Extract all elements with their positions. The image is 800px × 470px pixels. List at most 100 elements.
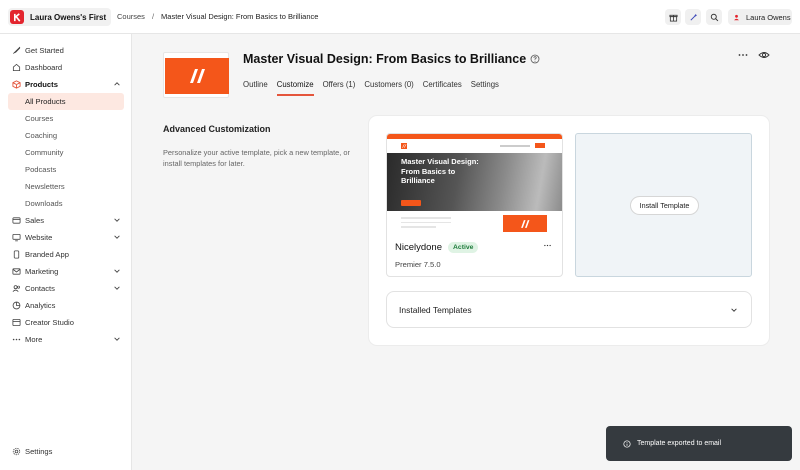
tab-certificates[interactable]: Certificates <box>423 80 462 96</box>
preview-orange-block <box>503 215 547 232</box>
card-icon <box>12 216 21 225</box>
breadcrumb-separator: / <box>151 12 155 21</box>
sidebar-item-label: Newsletters <box>25 182 65 191</box>
breadcrumb: Courses / Master Visual Design: From Bas… <box>117 12 318 21</box>
more-horizontal-icon <box>543 244 551 246</box>
template-more-button[interactable] <box>541 241 553 249</box>
sidebar-item-label: Creator Studio <box>25 318 74 327</box>
phone-icon <box>12 250 21 259</box>
sidebar-item-label: Branded App <box>25 250 69 259</box>
sidebar-item-label: Downloads <box>25 199 63 208</box>
active-template-card[interactable]: Master Visual Design: From Basics to Bri… <box>386 133 563 277</box>
template-preview-image: Master Visual Design: From Basics to Bri… <box>387 134 562 232</box>
tab-offers[interactable]: Offers (1) <box>323 80 356 96</box>
course-more-button[interactable] <box>737 50 749 60</box>
search-button[interactable] <box>706 9 722 25</box>
section-heading: Advanced Customization <box>163 124 271 134</box>
sidebar-item-dashboard[interactable]: Dashboard <box>8 59 124 76</box>
course-thumbnail[interactable] <box>163 52 229 98</box>
sidebar-item-label: Sales <box>25 216 44 225</box>
sidebar-item-contacts[interactable]: Contacts <box>8 280 124 297</box>
rocket-icon <box>12 46 21 55</box>
preview-hero-button <box>401 200 421 206</box>
sidebar-item-downloads[interactable]: Downloads <box>8 195 124 212</box>
wand-icon <box>689 13 697 21</box>
sidebar-item-branded-app[interactable]: Branded App <box>8 246 124 263</box>
sidebar-item-label: Contacts <box>25 284 55 293</box>
chevron-down-icon <box>114 218 120 222</box>
install-template-button[interactable]: Install Template <box>630 196 699 215</box>
sidebar-item-coaching[interactable]: Coaching <box>8 127 124 144</box>
sidebar-item-courses[interactable]: Courses <box>8 110 124 127</box>
template-version: Premier 7.5.0 <box>395 260 441 269</box>
preview-eye-icon[interactable] <box>758 50 770 60</box>
template-name: Nicelydone <box>395 242 442 253</box>
page-title: Master Visual Design: From Basics to Bri… <box>243 52 540 66</box>
sidebar-item-sales[interactable]: Sales <box>8 212 124 229</box>
more-horizontal-icon <box>738 54 748 56</box>
search-icon <box>710 13 718 21</box>
preview-nav <box>387 139 562 153</box>
sidebar-item-label: Analytics <box>25 301 56 310</box>
installed-templates-label: Installed Templates <box>399 305 472 315</box>
school-switcher[interactable]: Laura Owens's First <box>8 8 112 26</box>
installed-templates-accordion[interactable]: Installed Templates <box>386 291 752 328</box>
sidebar-item-label: All Products <box>25 97 66 106</box>
tab-outline[interactable]: Outline <box>243 80 268 96</box>
course-logo-icon <box>165 58 229 94</box>
sidebar-item-analytics[interactable]: Analytics <box>8 297 124 314</box>
dots-icon <box>12 335 21 344</box>
course-title-text: Master Visual Design: From Basics to Bri… <box>243 52 527 66</box>
breadcrumb-current: Master Visual Design: From Basics to Bri… <box>161 12 319 21</box>
sidebar-item-newsletters[interactable]: Newsletters <box>8 178 124 195</box>
top-bar: Laura Owens's First Courses / Master Vis… <box>0 0 800 34</box>
user-menu-button[interactable]: Laura Owens <box>728 9 792 25</box>
tab-customers[interactable]: Customers (0) <box>364 80 413 96</box>
tab-settings[interactable]: Settings <box>471 80 499 96</box>
toast-notification: Template exported to email <box>606 426 792 461</box>
chevron-down-icon <box>114 286 120 290</box>
magic-wand-button[interactable] <box>685 9 701 25</box>
sidebar-item-label: Courses <box>25 114 54 123</box>
toast-message: Template exported to email <box>637 440 722 447</box>
sidebar-item-get-started[interactable]: Get Started <box>8 42 124 59</box>
chevron-down-icon <box>114 337 120 341</box>
tab-customize[interactable]: Customize <box>276 80 314 96</box>
preview-nav-button <box>535 143 545 148</box>
gift-button[interactable] <box>665 9 681 25</box>
sidebar-item-label: Settings <box>25 447 53 456</box>
sidebar-item-label: More <box>25 335 43 344</box>
sidebar-item-label: Products <box>25 80 58 89</box>
user-avatar-icon <box>732 13 740 21</box>
chevron-up-icon <box>114 82 120 86</box>
sidebar-item-marketing[interactable]: Marketing <box>8 263 124 280</box>
chevron-down-icon <box>731 308 737 312</box>
sidebar-item-website[interactable]: Website <box>8 229 124 246</box>
chevron-down-icon <box>114 269 120 273</box>
sidebar-item-label: Dashboard <box>25 63 63 72</box>
sidebar-item-more[interactable]: More <box>8 331 124 348</box>
breadcrumb-courses-link[interactable]: Courses <box>117 12 145 21</box>
home-icon <box>12 63 21 72</box>
box-icon <box>12 80 21 89</box>
gear-icon <box>12 447 21 456</box>
preview-nav-links <box>500 145 530 147</box>
sidebar-item-label: Coaching <box>25 131 58 140</box>
sidebar-item-podcasts[interactable]: Podcasts <box>8 161 124 178</box>
sidebar-item-products[interactable]: Products <box>8 76 124 93</box>
sidebar-item-label: Community <box>25 148 64 157</box>
preview-logo-icon <box>401 143 407 149</box>
course-tabs: Outline Customize Offers (1) Customers (… <box>243 80 508 96</box>
preview-text-lines <box>401 217 451 231</box>
help-icon[interactable] <box>530 54 540 64</box>
templates-panel: Master Visual Design: From Basics to Bri… <box>369 116 769 345</box>
chevron-down-icon <box>114 235 120 239</box>
status-badge: Active <box>448 242 479 253</box>
sidebar-item-community[interactable]: Community <box>8 144 124 161</box>
monitor-icon <box>12 233 21 242</box>
sidebar-item-creator-studio[interactable]: Creator Studio <box>8 314 124 331</box>
sidebar-item-settings[interactable]: Settings <box>12 447 52 456</box>
sidebar-item-label: Podcasts <box>25 165 57 174</box>
sidebar-item-all-products[interactable]: All Products <box>8 93 124 110</box>
user-name: Laura Owens <box>746 12 791 22</box>
